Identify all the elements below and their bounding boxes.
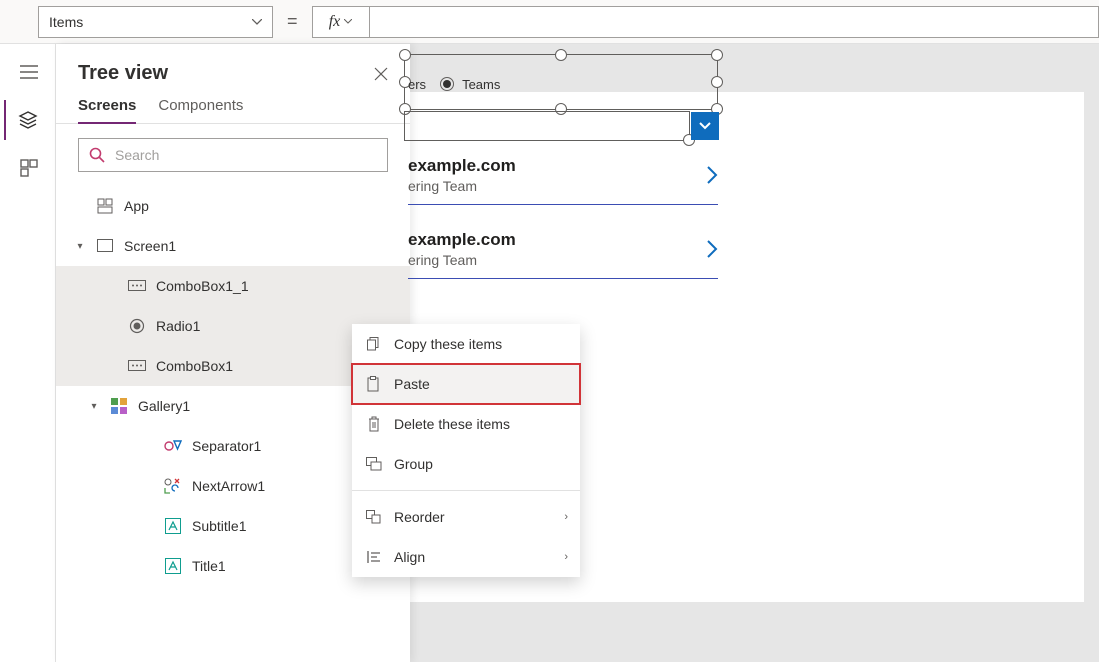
gallery-item-title: example.com (408, 156, 516, 176)
icons-icon (164, 477, 182, 495)
tree-node-label: App (124, 198, 149, 214)
equals-sign: = (287, 11, 298, 32)
shape-icon (164, 437, 182, 455)
tree-node-combobox1-1[interactable]: ComboBox1_1 (56, 266, 410, 306)
grid-plus-icon (20, 159, 38, 177)
selection-box-combobox (404, 111, 690, 141)
radio-option-label: ers (408, 77, 426, 92)
tree-node-label: ComboBox1 (156, 358, 233, 374)
trash-icon (366, 416, 382, 432)
chevron-down-icon (699, 122, 711, 130)
ctx-label: Reorder (394, 509, 445, 525)
chevron-down-icon: ▾ (88, 401, 100, 412)
gallery-item[interactable]: example.com ering Team (408, 156, 718, 205)
chevron-down-icon (344, 19, 352, 24)
gallery-item-subtitle: ering Team (408, 252, 516, 268)
ctx-reorder[interactable]: Reorder › (352, 497, 580, 537)
rail-hamburger[interactable] (8, 52, 48, 92)
formula-bar: Items = fx (0, 0, 1099, 44)
tree-node-label: Title1 (192, 558, 226, 574)
radio-control[interactable]: ers Teams (408, 70, 500, 98)
tree-node-app[interactable]: App (56, 186, 410, 226)
chevron-right-icon (706, 239, 718, 259)
rail-insert[interactable] (8, 148, 48, 188)
context-menu: Copy these items Paste Delete these item… (352, 324, 580, 577)
menu-separator (352, 490, 580, 491)
paste-icon (366, 376, 382, 392)
ctx-label: Copy these items (394, 336, 502, 352)
tree-node-screen1[interactable]: ▾ Screen1 (56, 226, 410, 266)
ctx-group[interactable]: Group (352, 444, 580, 484)
copy-icon (366, 337, 382, 351)
tree-node-label: Screen1 (124, 238, 176, 254)
align-icon (366, 550, 382, 564)
gallery-item[interactable]: example.com ering Team (408, 230, 718, 279)
tree-node-label: ComboBox1_1 (156, 278, 249, 294)
ctx-delete[interactable]: Delete these items (352, 404, 580, 444)
ctx-label: Paste (394, 376, 430, 392)
ctx-align[interactable]: Align › (352, 537, 580, 577)
ctx-copy[interactable]: Copy these items (352, 324, 580, 364)
screen-icon (96, 237, 114, 255)
radio-option-label: Teams (462, 77, 500, 92)
fx-button[interactable]: fx (312, 6, 370, 38)
reorder-icon (366, 510, 382, 524)
tree-node-label: Subtitle1 (192, 518, 246, 534)
property-selector-label: Items (49, 14, 83, 30)
property-selector[interactable]: Items (38, 6, 273, 38)
ctx-label: Align (394, 549, 425, 565)
gallery-icon (110, 397, 128, 415)
tree-node-label: Separator1 (192, 438, 261, 454)
close-icon (374, 67, 388, 81)
combobox-icon (128, 277, 146, 295)
tree-node-label: NextArrow1 (192, 478, 265, 494)
close-panel-button[interactable] (374, 67, 388, 81)
combobox-dropdown-button[interactable] (691, 112, 719, 140)
formula-input[interactable] (370, 6, 1099, 38)
gallery-item-title: example.com (408, 230, 516, 250)
gallery-item-subtitle: ering Team (408, 178, 516, 194)
chevron-down-icon: ▾ (74, 241, 86, 252)
tree-node-label: Gallery1 (138, 398, 190, 414)
rail-treeview[interactable] (4, 100, 44, 140)
app-icon (96, 197, 114, 215)
ctx-paste[interactable]: Paste (352, 364, 580, 404)
hamburger-icon (20, 65, 38, 79)
left-rail (0, 44, 56, 662)
tree-view-title: Tree view (78, 62, 168, 85)
tab-components[interactable]: Components (158, 97, 243, 123)
radio-dot-icon[interactable] (440, 77, 454, 91)
ctx-label: Group (394, 456, 433, 472)
chevron-down-icon (252, 19, 262, 25)
tab-screens[interactable]: Screens (78, 97, 136, 124)
radio-icon (128, 317, 146, 335)
tree-node-label: Radio1 (156, 318, 200, 334)
combobox-icon (128, 357, 146, 375)
search-icon (89, 147, 105, 163)
search-input[interactable]: Search (78, 138, 388, 172)
label-icon (164, 517, 182, 535)
fx-icon: fx (329, 13, 341, 31)
chevron-right-icon: › (564, 551, 568, 563)
next-arrow-button[interactable] (706, 165, 718, 185)
group-icon (366, 457, 382, 471)
search-placeholder: Search (115, 147, 159, 163)
layers-icon (18, 110, 38, 130)
label-icon (164, 557, 182, 575)
ctx-label: Delete these items (394, 416, 510, 432)
chevron-right-icon: › (564, 511, 568, 523)
next-arrow-button[interactable] (706, 239, 718, 259)
chevron-right-icon (706, 165, 718, 185)
